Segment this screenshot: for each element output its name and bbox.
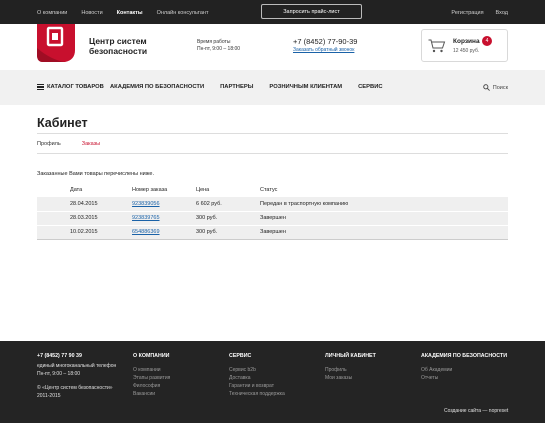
top-nav: О компании Новости Контакты Онлайн консу… <box>37 10 208 16</box>
register-link[interactable]: Регистрация <box>451 10 483 16</box>
order-status: Передан в траспортную компанию <box>260 197 508 212</box>
order-status: Завершен <box>260 225 508 240</box>
footer-link[interactable]: Философия <box>133 382 170 390</box>
top-bar: О компании Новости Контакты Онлайн консу… <box>0 0 545 24</box>
tab-profile[interactable]: Профиль <box>37 141 61 147</box>
footer-copyright: © «Центр систем безопасности» <box>37 385 113 391</box>
footer-link[interactable]: Этапы развития <box>133 374 170 382</box>
cart-count-badge: 4 <box>482 36 492 46</box>
cart-icon <box>428 39 446 53</box>
footer: +7 (8452) 77 90 39 единый многоканальный… <box>0 341 545 423</box>
menu-item-service[interactable]: СЕРВИС <box>358 84 382 90</box>
col-header-date: Дата <box>70 187 83 193</box>
cart-title: Корзина <box>453 38 480 45</box>
order-price: 300 руб. <box>196 225 260 240</box>
footer-link[interactable]: Гарантии и возврат <box>229 382 285 390</box>
footer-link[interactable]: Сервис b2b <box>229 366 285 374</box>
footer-link[interactable]: Мои заказы <box>325 374 376 382</box>
table-row: 10.02.2015 654886369 300 руб. Завершен <box>37 225 508 240</box>
footer-col-title: СЕРВИС <box>229 353 252 359</box>
catalog-menu-button[interactable]: КАТАЛОГ ТОВАРОВ <box>37 84 104 90</box>
logo-icon <box>37 24 75 62</box>
top-nav-consultant[interactable]: Онлайн консультант <box>157 10 209 16</box>
order-date: 28.03.2015 <box>37 211 132 226</box>
hours-value: Пн-пт, 9:00 – 18:00 <box>197 46 241 52</box>
footer-col-service: СЕРВИС Сервис b2b Доставка Гарантии и во… <box>229 352 285 398</box>
footer-link[interactable]: О компании <box>133 366 170 374</box>
header-phone: +7 (8452) 77-90-39 <box>293 37 358 46</box>
footer-link[interactable]: Отчеты <box>421 374 507 382</box>
login-link[interactable]: Вход <box>496 10 508 16</box>
hours-label: Время работы <box>197 39 231 45</box>
col-header-number: Номер заказа <box>132 187 168 193</box>
footer-hours: Пн-пт, 9:00 – 18:00 <box>37 371 81 377</box>
page-title: Кабинет <box>37 116 88 130</box>
brand-line-1: Центр систем <box>89 36 147 46</box>
divider <box>37 239 508 240</box>
footer-col-company: О КОМПАНИИ О компании Этапы развития Фил… <box>133 352 170 398</box>
footer-col-title: О КОМПАНИИ <box>133 353 170 359</box>
catalog-label: КАТАЛОГ ТОВАРОВ <box>47 84 104 90</box>
menu-item-retail[interactable]: РОЗНИЧНЫМ КЛИЕНТАМ <box>269 84 342 90</box>
tab-orders[interactable]: Заказы <box>82 141 100 147</box>
footer-link[interactable]: Доставка <box>229 374 285 382</box>
divider <box>37 133 508 134</box>
orders-table: Дата Номер заказа Цена Статус 28.04.2015… <box>37 183 508 240</box>
orders-intro: Заказанные Вами товары перечислены ниже. <box>37 171 155 177</box>
footer-col-title: ЛИЧНЫЙ КАБИНЕТ <box>325 353 376 359</box>
table-row: 28.03.2015 923839765 300 руб. Завершен <box>37 211 508 226</box>
footer-col-title: АКАДЕМИЯ ПО БЕЗОПАСНОСТИ <box>421 353 507 359</box>
auth-links: Регистрация Вход <box>451 10 508 16</box>
brand-line-2: безопасности <box>89 46 148 56</box>
brand-name: Центр систем безопасности <box>89 36 147 56</box>
divider <box>37 153 508 154</box>
site-credit-link[interactable]: Создание сайта — nopreset <box>444 408 508 414</box>
main-menu: АКАДЕМИЯ ПО БЕЗОПАСНОСТИ ПАРТНЕРЫ РОЗНИЧ… <box>110 84 383 90</box>
search-button[interactable]: Поиск <box>483 84 508 91</box>
cart-widget[interactable]: Корзина 4 12 450 руб. <box>421 29 508 62</box>
logo[interactable] <box>37 24 77 62</box>
order-price: 6 602 руб. <box>196 197 260 212</box>
order-status: Завершен <box>260 211 508 226</box>
main-nav-bar: КАТАЛОГ ТОВАРОВ АКАДЕМИЯ ПО БЕЗОПАСНОСТИ… <box>0 70 545 105</box>
top-nav-about[interactable]: О компании <box>37 10 67 16</box>
footer-link[interactable]: Об Академии <box>421 366 507 374</box>
order-number-link[interactable]: 923839056 <box>132 197 196 212</box>
footer-phone-desc: единый многоканальный телефон <box>37 363 117 369</box>
top-nav-news[interactable]: Новости <box>81 10 102 16</box>
footer-link[interactable]: Техническая поддержка <box>229 390 285 398</box>
order-price: 300 руб. <box>196 211 260 226</box>
menu-item-academy[interactable]: АКАДЕМИЯ ПО БЕЗОПАСНОСТИ <box>110 84 204 90</box>
request-price-button[interactable]: Запросить прайс-лист <box>261 4 362 19</box>
cabinet-tabs: Профиль Заказы <box>37 141 100 147</box>
footer-col-cabinet: ЛИЧНЫЙ КАБИНЕТ Профиль Мои заказы <box>325 352 376 382</box>
footer-col-academy: АКАДЕМИЯ ПО БЕЗОПАСНОСТИ Об Академии Отч… <box>421 352 507 382</box>
working-hours: Время работы Пн-пт, 9:00 – 18:00 <box>197 39 240 53</box>
hamburger-icon <box>37 84 44 90</box>
search-icon <box>483 84 490 91</box>
table-row: 28.04.2015 923839056 6 602 руб. Передан … <box>37 197 508 212</box>
search-label: Поиск <box>492 84 508 91</box>
footer-link[interactable]: Вакансии <box>133 390 170 398</box>
footer-phone: +7 (8452) 77 90 39 <box>37 353 82 359</box>
col-header-price: Цена <box>196 187 210 193</box>
menu-item-partners[interactable]: ПАРТНЕРЫ <box>220 84 253 90</box>
footer-years: 2011-2015 <box>37 393 61 399</box>
order-number-link[interactable]: 654886369 <box>132 225 196 240</box>
order-number-link[interactable]: 923839765 <box>132 211 196 226</box>
col-header-status: Статус <box>260 187 278 193</box>
order-date: 28.04.2015 <box>37 197 132 212</box>
order-date: 10.02.2015 <box>37 225 132 240</box>
cart-sum: 12 450 руб. <box>453 48 480 54</box>
top-nav-contacts[interactable]: Контакты <box>117 10 143 16</box>
footer-contacts: +7 (8452) 77 90 39 единый многоканальный… <box>37 352 116 400</box>
footer-link[interactable]: Профиль <box>325 366 376 374</box>
table-header-row: Дата Номер заказа Цена Статус <box>37 183 508 197</box>
callback-link[interactable]: Заказать обратный звонок <box>293 47 354 53</box>
